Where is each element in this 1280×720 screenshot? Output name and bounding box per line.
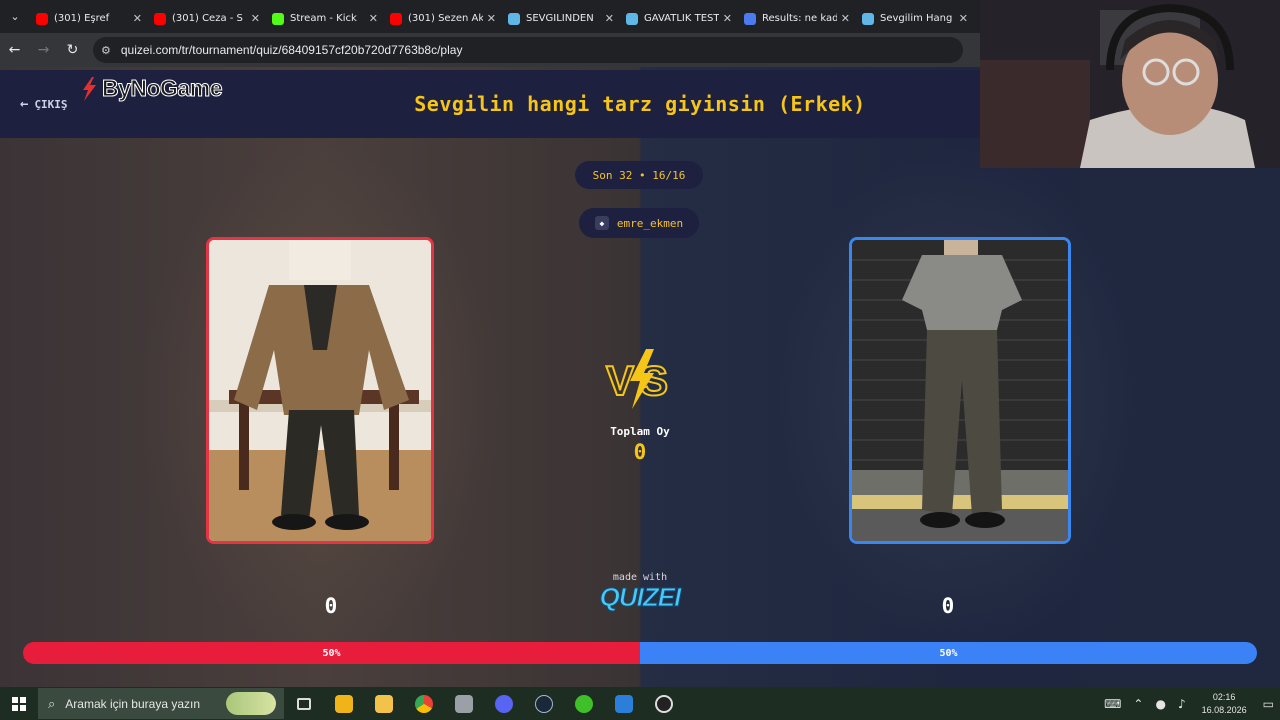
discord-icon[interactable] (484, 687, 524, 720)
score-left: 0 (324, 594, 338, 618)
webcam-image (980, 0, 1280, 168)
game-app-icon[interactable] (444, 687, 484, 720)
obs-icon[interactable] (644, 687, 684, 720)
blue-app-icon[interactable] (604, 687, 644, 720)
browser-tab[interactable]: (301) Sezen Ak ✕ (384, 5, 502, 33)
browser-toolbar: ← → ↻ ⚙ quizei.com/tr/tournament/quiz/68… (0, 33, 980, 67)
system-tray: ⌨ ⌃ ● ♪ 02:16 16.08.2026 ▭ (1098, 687, 1280, 720)
vs-lightning-icon: V S (605, 349, 669, 409)
exit-label: ÇIKIŞ (34, 97, 68, 111)
kick-favicon-icon (272, 12, 284, 25)
arrow-left-icon: ← (20, 96, 29, 112)
page-title: Sevgilin hangi tarz giyinsin (Erkek) (414, 92, 866, 116)
clock-date: 16.08.2026 (1201, 704, 1247, 715)
option-card-left[interactable] (206, 237, 434, 544)
close-icon[interactable]: ✕ (251, 12, 260, 25)
search-icon: ⌕ (48, 695, 56, 711)
quizei-logo[interactable]: QUIZEI (580, 582, 700, 613)
youtube-favicon-icon (390, 12, 402, 25)
url-text[interactable]: quizei.com/tr/tournament/quiz/68409157cf… (121, 43, 463, 57)
close-icon[interactable]: ✕ (723, 12, 732, 25)
tab-title: (301) Ceza - S (172, 13, 243, 24)
vote-progress-bar: 50% 50% (23, 642, 1257, 664)
option-card-right[interactable] (849, 237, 1071, 544)
user-badge: ◆ emre_ekmen (579, 208, 699, 238)
browser-tab[interactable]: Sevgilim Hang ✕ (856, 5, 974, 33)
quizei-favicon-icon (626, 12, 638, 25)
user-icon: ◆ (594, 216, 609, 230)
microphone-icon[interactable]: ● (1155, 697, 1165, 711)
tab-title: Stream - Kick (290, 13, 357, 24)
back-arrow-icon[interactable]: ← (0, 42, 29, 58)
close-icon[interactable]: ✕ (369, 12, 378, 25)
rockstar-icon[interactable] (324, 687, 364, 720)
taskbar-search-placeholder: Aramak için buraya yazın (65, 696, 201, 711)
forward-arrow-icon[interactable]: → (29, 42, 58, 58)
reload-icon[interactable]: ↻ (58, 42, 87, 58)
chevron-down-icon[interactable]: ⌄ (0, 0, 30, 33)
option-image-left (209, 240, 431, 541)
round-badge: Son 32 • 16/16 (575, 161, 703, 189)
vote-bar-left: 50% (23, 642, 640, 664)
results-favicon-icon (744, 12, 756, 25)
keyboard-icon[interactable]: ⌨ (1104, 697, 1121, 711)
quizei-favicon-icon (508, 12, 520, 25)
browser-tab[interactable]: SEVGİLİNDEN ✕ (502, 5, 620, 33)
vote-bar-right: 50% (640, 642, 1257, 664)
browser-tabstrip: ⌄ (301) Eşref ✕ (301) Ceza - S ✕ Stream - Ki… (0, 0, 980, 33)
youtube-favicon-icon (154, 12, 166, 25)
chevron-up-icon[interactable]: ⌃ (1133, 697, 1143, 711)
youtube-favicon-icon (36, 12, 48, 25)
tab-title: Sevgilim Hang (880, 13, 953, 24)
volume-icon[interactable]: ♪ (1178, 697, 1186, 711)
tab-title: Results: ne kad (762, 13, 837, 24)
green-app-icon[interactable] (564, 687, 604, 720)
quizei-favicon-icon (862, 12, 874, 25)
brand-name: ByNoGame (102, 75, 223, 102)
svg-text:V: V (606, 357, 634, 404)
brand-swoosh-icon (83, 76, 96, 101)
close-icon[interactable]: ✕ (133, 12, 142, 25)
close-icon[interactable]: ✕ (487, 12, 496, 25)
chrome-icon[interactable] (404, 687, 444, 720)
tab-title: (301) Eşref (54, 13, 110, 24)
brand-logo: ByNoGame (78, 75, 223, 102)
score-right: 0 (941, 594, 955, 618)
tab-title: SEVGİLİNDEN (526, 13, 594, 24)
tab-title: (301) Sezen Ak (408, 13, 483, 24)
close-icon[interactable]: ✕ (605, 12, 614, 25)
tab-title: GAVATLIK TEST (644, 13, 719, 24)
task-view-icon[interactable] (284, 687, 324, 720)
browser-tab[interactable]: Stream - Kick ✕ (266, 5, 384, 33)
address-bar[interactable]: ⚙ quizei.com/tr/tournament/quiz/68409157… (93, 37, 963, 63)
username: emre_ekmen (616, 216, 684, 230)
steam-icon[interactable] (524, 687, 564, 720)
site-settings-icon[interactable]: ⚙ (101, 44, 111, 57)
browser-tab[interactable]: GAVATLIK TEST ✕ (620, 5, 738, 33)
total-votes-label: Toplam Oy (610, 425, 670, 438)
browser-tab[interactable]: (301) Ceza - S ✕ (148, 5, 266, 33)
browser-tab[interactable]: Results: ne kad ✕ (738, 5, 856, 33)
notification-icon[interactable]: ▭ (1263, 697, 1274, 711)
close-icon[interactable]: ✕ (959, 12, 968, 25)
browser-tab[interactable]: (301) Eşref ✕ (30, 5, 148, 33)
exit-link[interactable]: ← ÇIKIŞ (20, 96, 68, 112)
option-image-right (852, 240, 1068, 541)
windows-start-icon[interactable] (0, 687, 38, 720)
taskbar: ⌕ Aramak için buraya yazın ⌨ ⌃ ● ♪ 02:16… (0, 687, 1280, 720)
search-highlight-image (226, 692, 276, 715)
webcam-overlay (980, 0, 1280, 168)
file-explorer-icon[interactable] (364, 687, 404, 720)
total-votes-value: 0 (633, 440, 647, 464)
system-clock[interactable]: 02:16 16.08.2026 (1202, 691, 1247, 717)
taskbar-search-input[interactable]: ⌕ Aramak için buraya yazın (38, 688, 284, 719)
clock-time: 02:16 (1212, 691, 1236, 702)
close-icon[interactable]: ✕ (841, 12, 850, 25)
